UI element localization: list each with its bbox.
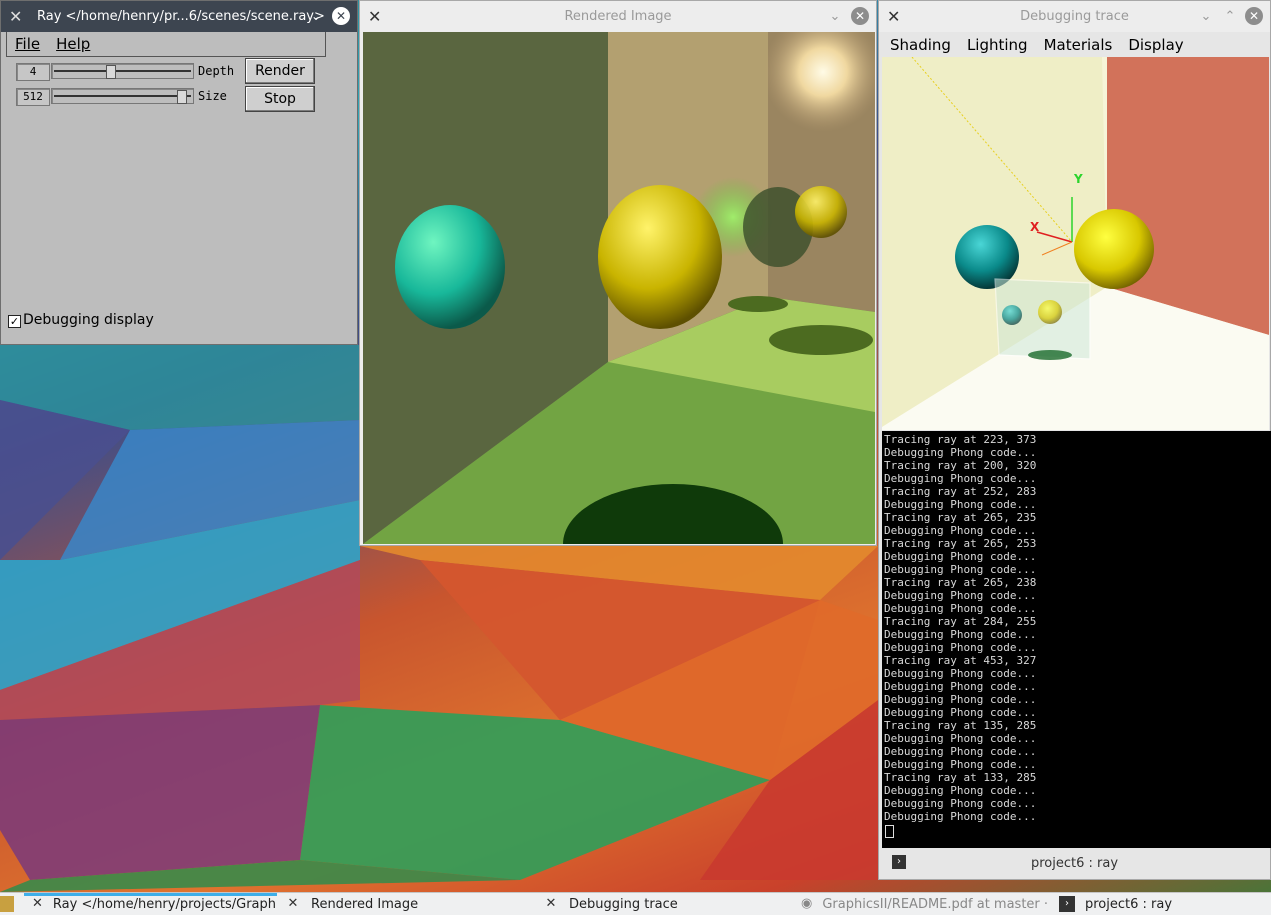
debugging-trace-window: ✕ Debugging trace ⌄ ⌃ ✕ Shading Lighting… [878, 0, 1271, 880]
menu-display[interactable]: Display [1120, 32, 1191, 58]
rendered-image-titlebar[interactable]: ✕ Rendered Image ⌄ ✕ [360, 1, 876, 32]
console-line: Debugging Phong code... [884, 784, 1037, 797]
console-line: Tracing ray at 265, 238 [884, 576, 1037, 589]
console-line: Debugging Phong code... [884, 667, 1037, 680]
x-app-icon: ✕ [32, 896, 43, 911]
x-app-icon: ✕ [287, 896, 299, 911]
browser-icon: ◉ [801, 896, 813, 911]
ray-titlebar[interactable]: ✕ Ray </home/henry/pr...6/scenes/scene.r… [1, 1, 357, 32]
console-line: Debugging Phong code... [884, 706, 1037, 719]
menu-shading[interactable]: Shading [882, 32, 959, 58]
console-line: Debugging Phong code... [884, 810, 1037, 823]
size-slider[interactable] [51, 88, 194, 104]
console-line: Debugging Phong code... [884, 602, 1037, 615]
console-status-bar: › project6 : ray [882, 848, 1267, 878]
console-line: Tracing ray at 265, 235 [884, 511, 1037, 524]
console-line: Debugging Phong code... [884, 446, 1037, 459]
menu-help[interactable]: Help [48, 31, 98, 57]
debug-3d-view[interactable]: Y X [882, 57, 1269, 430]
chevron-down-icon[interactable]: ⌄ [1197, 7, 1215, 25]
console-line: Debugging Phong code... [884, 628, 1037, 641]
task-ray[interactable]: ✕ Ray </home/henry/projects/GraphicsII [24, 893, 277, 915]
x-app-icon: ✕ [545, 896, 557, 911]
console-line: Debugging Phong code... [884, 680, 1037, 693]
console-line: Tracing ray at 135, 285 [884, 719, 1037, 732]
stop-button[interactable]: Stop [245, 86, 315, 112]
x-app-icon: ✕ [368, 7, 382, 26]
task-rendered-image[interactable]: ✕ Rendered Image [277, 893, 535, 915]
y-axis-label: Y [1074, 172, 1083, 186]
chevron-up-icon[interactable]: ⌃ [1221, 7, 1239, 25]
depth-value-field[interactable]: 4 [16, 63, 50, 81]
app-launcher-icon[interactable] [0, 893, 24, 915]
taskbar: ✕ Ray </home/henry/projects/GraphicsII ✕… [0, 892, 1271, 915]
menu-lighting[interactable]: Lighting [959, 32, 1036, 58]
window-title: Rendered Image [564, 9, 672, 24]
console-output: Tracing ray at 223, 373 Debugging Phong c… [882, 431, 1271, 823]
console-line: Debugging Phong code... [884, 563, 1037, 576]
x-app-icon: ✕ [9, 7, 23, 26]
rendered-scene [363, 32, 875, 544]
rendered-image-window: ✕ Rendered Image ⌄ ✕ [359, 0, 877, 546]
console-line: Tracing ray at 453, 327 [884, 654, 1037, 667]
console-line: Debugging Phong code... [884, 498, 1037, 511]
rendered-image[interactable] [363, 32, 875, 544]
console-line: Debugging Phong code... [884, 550, 1037, 563]
console-line: Debugging Phong code... [884, 693, 1037, 706]
menu-materials[interactable]: Materials [1036, 32, 1121, 58]
console-line: Debugging Phong code... [884, 797, 1037, 810]
console-line: Debugging Phong code... [884, 589, 1037, 602]
console-line: Debugging Phong code... [884, 472, 1037, 485]
terminal-icon: › [1059, 896, 1075, 912]
task-terminal[interactable]: › project6 : ray [1051, 893, 1271, 915]
close-icon[interactable]: ✕ [851, 7, 869, 25]
console-line: Tracing ray at 265, 253 [884, 537, 1037, 550]
session-label: project6 : ray [1030, 855, 1119, 871]
cursor-block [885, 825, 894, 838]
depth-label: Depth [198, 64, 235, 78]
debug-scene [882, 57, 1269, 430]
x-axis-label: X [1030, 220, 1040, 234]
chevron-down-icon[interactable]: ⌄ [826, 7, 844, 25]
console-line: Debugging Phong code... [884, 758, 1037, 771]
console-line: Tracing ray at 252, 283 [884, 485, 1037, 498]
size-slider-thumb[interactable] [177, 90, 187, 104]
size-label: Size [198, 89, 227, 103]
chevron-down-icon[interactable]: ⌄ [307, 7, 325, 25]
render-button[interactable]: Render [245, 58, 315, 84]
trace-menubar: Shading Lighting Materials Display [882, 32, 1267, 57]
depth-slider[interactable] [51, 63, 194, 79]
debug-checkbox[interactable]: ✓ [8, 315, 21, 328]
menu-file[interactable]: File [7, 31, 48, 57]
console-line: Tracing ray at 284, 255 [884, 615, 1037, 628]
ray-window: ✕ Ray </home/henry/pr...6/scenes/scene.r… [0, 0, 358, 345]
console-line: Debugging Phong code... [884, 641, 1037, 654]
close-icon[interactable]: ✕ [1245, 7, 1263, 25]
console-line: Tracing ray at 133, 285 [884, 771, 1037, 784]
console-line: Tracing ray at 223, 373 [884, 433, 1037, 446]
debug-console[interactable]: Tracing ray at 223, 373 Debugging Phong c… [882, 431, 1271, 848]
close-icon[interactable]: ✕ [332, 7, 350, 25]
debug-checkbox-label: Debugging display [23, 312, 154, 328]
console-line: Debugging Phong code... [884, 745, 1037, 758]
console-line: Debugging Phong code... [884, 732, 1037, 745]
debugging-trace-titlebar[interactable]: ✕ Debugging trace ⌄ ⌃ ✕ [879, 1, 1270, 32]
task-debugging-trace[interactable]: ✕ Debugging trace [535, 893, 793, 915]
task-browser-readme[interactable]: ◉ GraphicsII/README.pdf at master · He [793, 893, 1051, 915]
console-line: Debugging Phong code... [884, 524, 1037, 537]
depth-slider-thumb[interactable] [106, 65, 116, 79]
window-title: Ray </home/henry/pr...6/scenes/scene.ray… [37, 9, 325, 24]
ray-menubar: File Help [6, 32, 326, 57]
size-value-field[interactable]: 512 [16, 88, 50, 106]
x-app-icon: ✕ [887, 7, 901, 26]
console-line: Tracing ray at 200, 320 [884, 459, 1037, 472]
